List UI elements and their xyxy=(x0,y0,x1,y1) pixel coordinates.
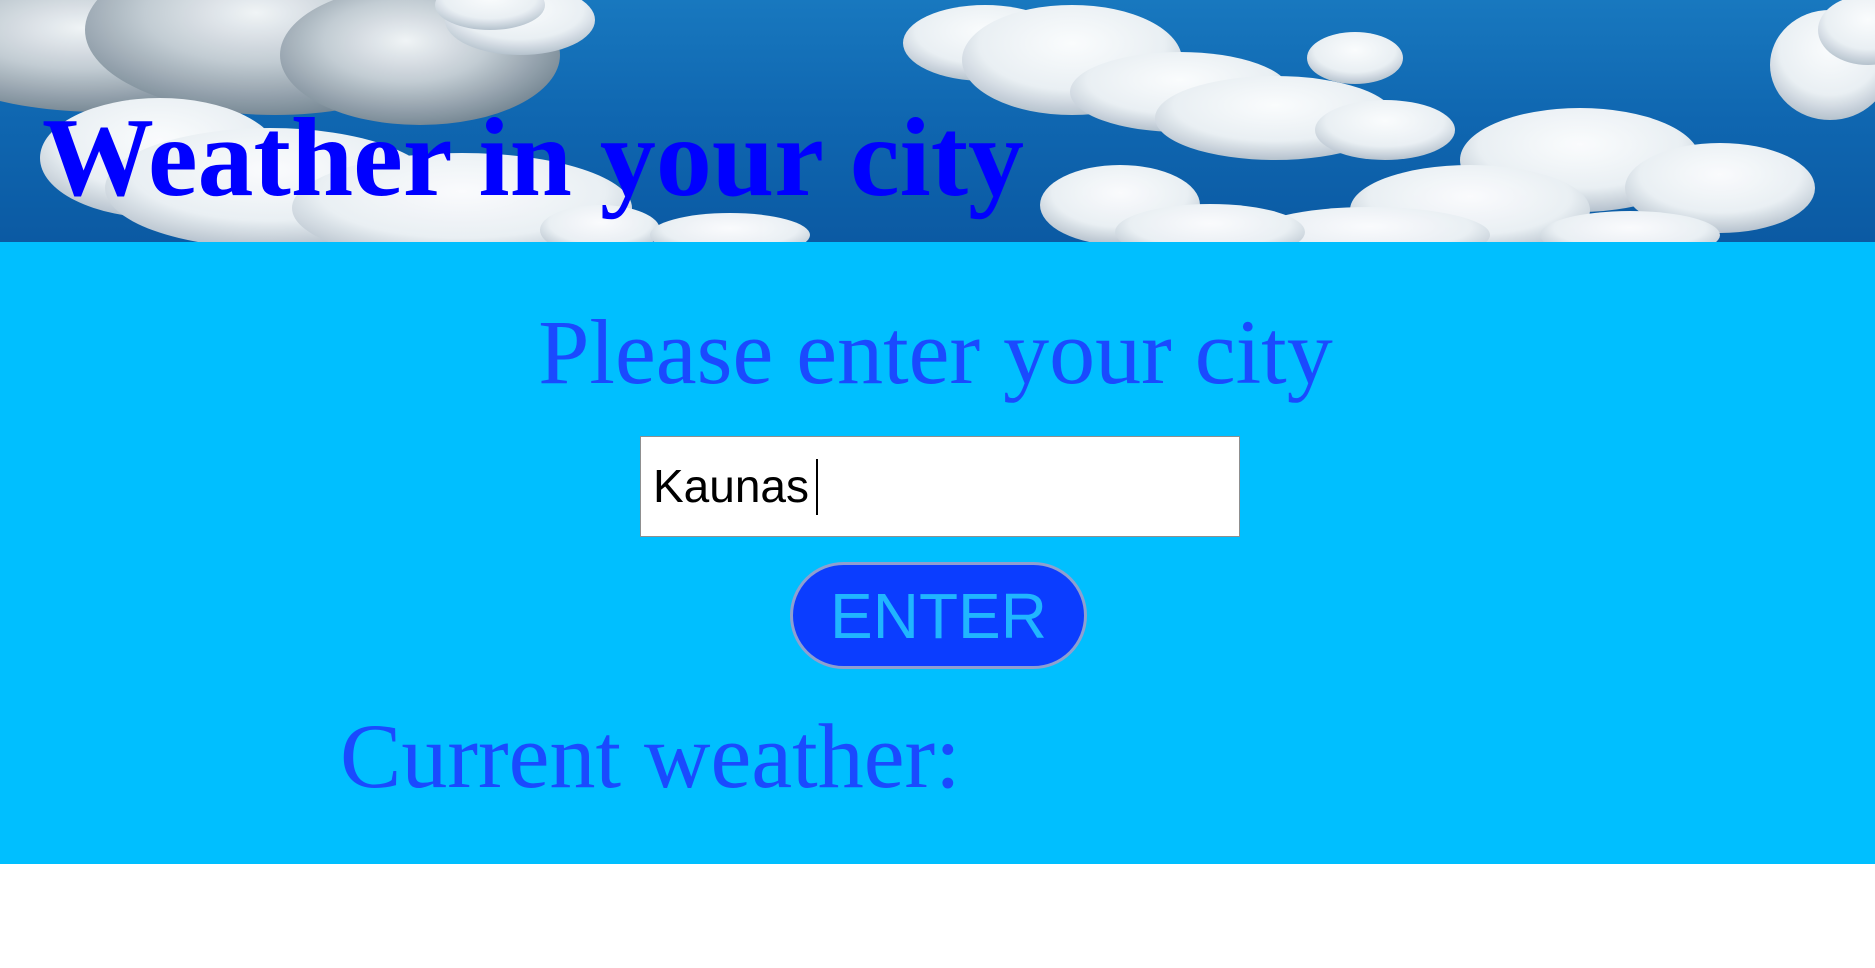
text-caret xyxy=(816,459,818,515)
current-weather-label: Current weather: xyxy=(340,705,961,807)
city-input[interactable] xyxy=(640,436,1240,537)
city-prompt: Please enter your city xyxy=(538,301,1333,403)
weather-page: Weather in your city Please enter your c… xyxy=(0,0,1875,968)
weather-form-section: Please enter your city ENTER Current wea… xyxy=(0,242,1875,864)
page-title: Weather in your city xyxy=(42,96,1025,220)
sky-banner: Weather in your city xyxy=(0,0,1875,242)
enter-button[interactable]: ENTER xyxy=(790,562,1087,669)
